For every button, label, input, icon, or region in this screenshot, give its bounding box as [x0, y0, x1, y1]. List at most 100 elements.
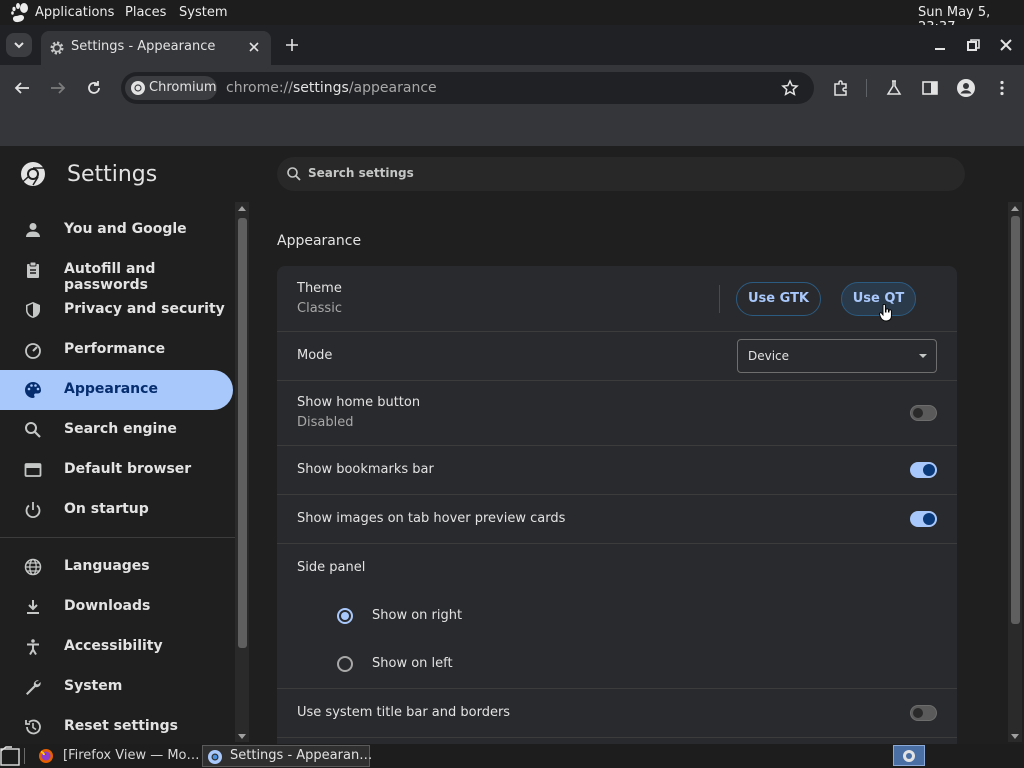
bookmarks-bar-label: Show bookmarks bar — [297, 462, 434, 477]
hand-cursor-icon — [879, 304, 893, 322]
toggle-knob — [913, 408, 923, 418]
side-panel-label: Side panel — [297, 560, 366, 575]
sidebar-scroll-thumb[interactable] — [238, 218, 247, 648]
side-panel-left-radio[interactable] — [337, 656, 353, 672]
nav-downloads[interactable]: Downloads — [0, 587, 233, 627]
search-placeholder: Search settings — [308, 166, 414, 180]
search-icon — [24, 421, 42, 439]
address-bar[interactable] — [121, 72, 814, 104]
site-chip-label: Chromium — [149, 80, 217, 95]
use-gtk-button[interactable]: Use GTK — [736, 282, 821, 316]
section-title: Appearance — [277, 233, 362, 249]
mode-label: Mode — [297, 348, 333, 363]
toolbar-divider — [866, 79, 867, 97]
row-separator — [277, 494, 957, 495]
nav-label: Downloads — [64, 598, 151, 614]
nav-label: Privacy and security — [64, 301, 225, 317]
reload-icon[interactable] — [85, 79, 103, 97]
page-scroll-thumb[interactable] — [1011, 216, 1020, 624]
nav-label: Autofill and passwords — [64, 261, 156, 293]
nav-you-and-google[interactable]: You and Google — [0, 210, 233, 250]
new-tab-icon[interactable] — [284, 37, 300, 53]
places-menu[interactable]: Places — [125, 5, 166, 20]
site-info-chip[interactable]: Chromium — [125, 76, 217, 100]
row-separator — [277, 737, 957, 738]
nav-reset-settings[interactable]: Reset settings — [0, 707, 233, 747]
theme-divider — [719, 285, 720, 313]
show-desktop-icon[interactable] — [0, 746, 22, 766]
nav-label: Default browser — [64, 461, 192, 477]
workspace-window-icon — [903, 750, 915, 762]
nav-label: Performance — [64, 341, 166, 357]
home-button-label: Show home button — [297, 395, 421, 410]
nav-label: Appearance — [64, 381, 158, 397]
clipboard-icon — [24, 261, 42, 279]
side-panel-left-label[interactable]: Show on left — [372, 656, 453, 671]
chromium-window-title: Settings - Appearan… — [230, 748, 373, 763]
mode-select[interactable]: Device — [737, 339, 937, 373]
close-tab-icon[interactable] — [247, 40, 261, 54]
nav-label: Languages — [64, 558, 150, 574]
hover-cards-label: Show images on tab hover preview cards — [297, 511, 566, 526]
nav-performance[interactable]: Performance — [0, 330, 233, 370]
extensions-puzzle-icon[interactable] — [832, 79, 850, 97]
bookmark-star-icon[interactable] — [781, 79, 799, 97]
minimize-icon[interactable] — [932, 37, 948, 53]
gnome-foot-icon[interactable] — [10, 2, 32, 23]
forward-arrow-icon[interactable] — [49, 80, 67, 96]
page-scroll-up-icon[interactable] — [1010, 204, 1020, 212]
toggle-knob — [923, 464, 935, 476]
nav-label: Reset settings — [64, 718, 179, 734]
title-bar-label: Use system title bar and borders — [297, 705, 511, 720]
chromium-logo-icon — [130, 80, 146, 96]
profile-avatar-icon[interactable] — [956, 78, 976, 98]
taskbar-window-chromium[interactable]: Settings - Appearan… — [202, 745, 373, 767]
dropdown-caret-icon — [918, 353, 928, 359]
taskbar-window-firefox[interactable]: [Firefox View — Mo… — [36, 745, 200, 767]
home-button-toggle[interactable] — [910, 405, 937, 421]
side-panel-icon[interactable] — [921, 79, 939, 97]
wrench-icon — [24, 678, 42, 696]
title-bar-toggle[interactable] — [910, 705, 937, 721]
sidebar-scroll-down-icon[interactable] — [237, 733, 247, 741]
labs-flask-icon[interactable] — [885, 79, 903, 97]
nav-appearance[interactable]: Appearance — [0, 370, 233, 410]
applications-menu[interactable]: Applications — [35, 5, 114, 20]
firefox-icon — [38, 748, 54, 764]
sidebar-scroll-up-icon[interactable] — [237, 204, 247, 212]
nav-label: On startup — [64, 501, 149, 517]
sidebar-divider — [0, 537, 235, 538]
chevron-down-icon — [14, 42, 24, 49]
page-scroll-down-icon[interactable] — [1010, 733, 1020, 741]
speedometer-icon — [24, 341, 42, 359]
tab-search-button[interactable] — [6, 33, 32, 57]
back-arrow-icon[interactable] — [13, 80, 31, 96]
bookmarks-bar-toggle[interactable] — [910, 462, 937, 478]
nav-privacy-and-security[interactable]: Privacy and security — [0, 290, 233, 330]
nav-accessibility[interactable]: Accessibility — [0, 627, 233, 667]
tab-settings-appearance[interactable]: Settings - Appearance — [41, 31, 271, 65]
kebab-menu-icon[interactable] — [993, 79, 1011, 97]
restore-icon[interactable] — [965, 37, 981, 53]
top-panel: Applications Places System Sun May 5, 23… — [0, 0, 1024, 35]
close-window-icon[interactable] — [998, 37, 1014, 53]
system-menu[interactable]: System — [179, 5, 227, 20]
side-panel-right-radio[interactable] — [337, 608, 353, 624]
nav-on-startup[interactable]: On startup — [0, 490, 233, 530]
radio-dot — [341, 612, 349, 620]
side-panel-right-label[interactable]: Show on right — [372, 608, 462, 623]
workspace-switcher[interactable] — [893, 745, 925, 766]
nav-search-engine[interactable]: Search engine — [0, 410, 233, 450]
nav-default-browser[interactable]: Default browser — [0, 450, 233, 490]
settings-title: Settings — [67, 162, 158, 187]
search-settings-box[interactable]: Search settings — [277, 157, 965, 191]
nav-autofill-and-passwords[interactable]: Autofill and passwords — [0, 250, 233, 293]
nav-languages[interactable]: Languages — [0, 547, 233, 587]
settings-sidebar: You and Google Autofill and passwords Pr… — [0, 210, 235, 744]
nav-system[interactable]: System — [0, 667, 233, 707]
history-icon — [24, 718, 42, 736]
shield-icon — [24, 301, 42, 319]
url-text[interactable]: chrome://settings/appearance — [226, 80, 437, 96]
hover-cards-toggle[interactable] — [910, 511, 937, 527]
tab-title: Settings - Appearance — [71, 39, 216, 54]
